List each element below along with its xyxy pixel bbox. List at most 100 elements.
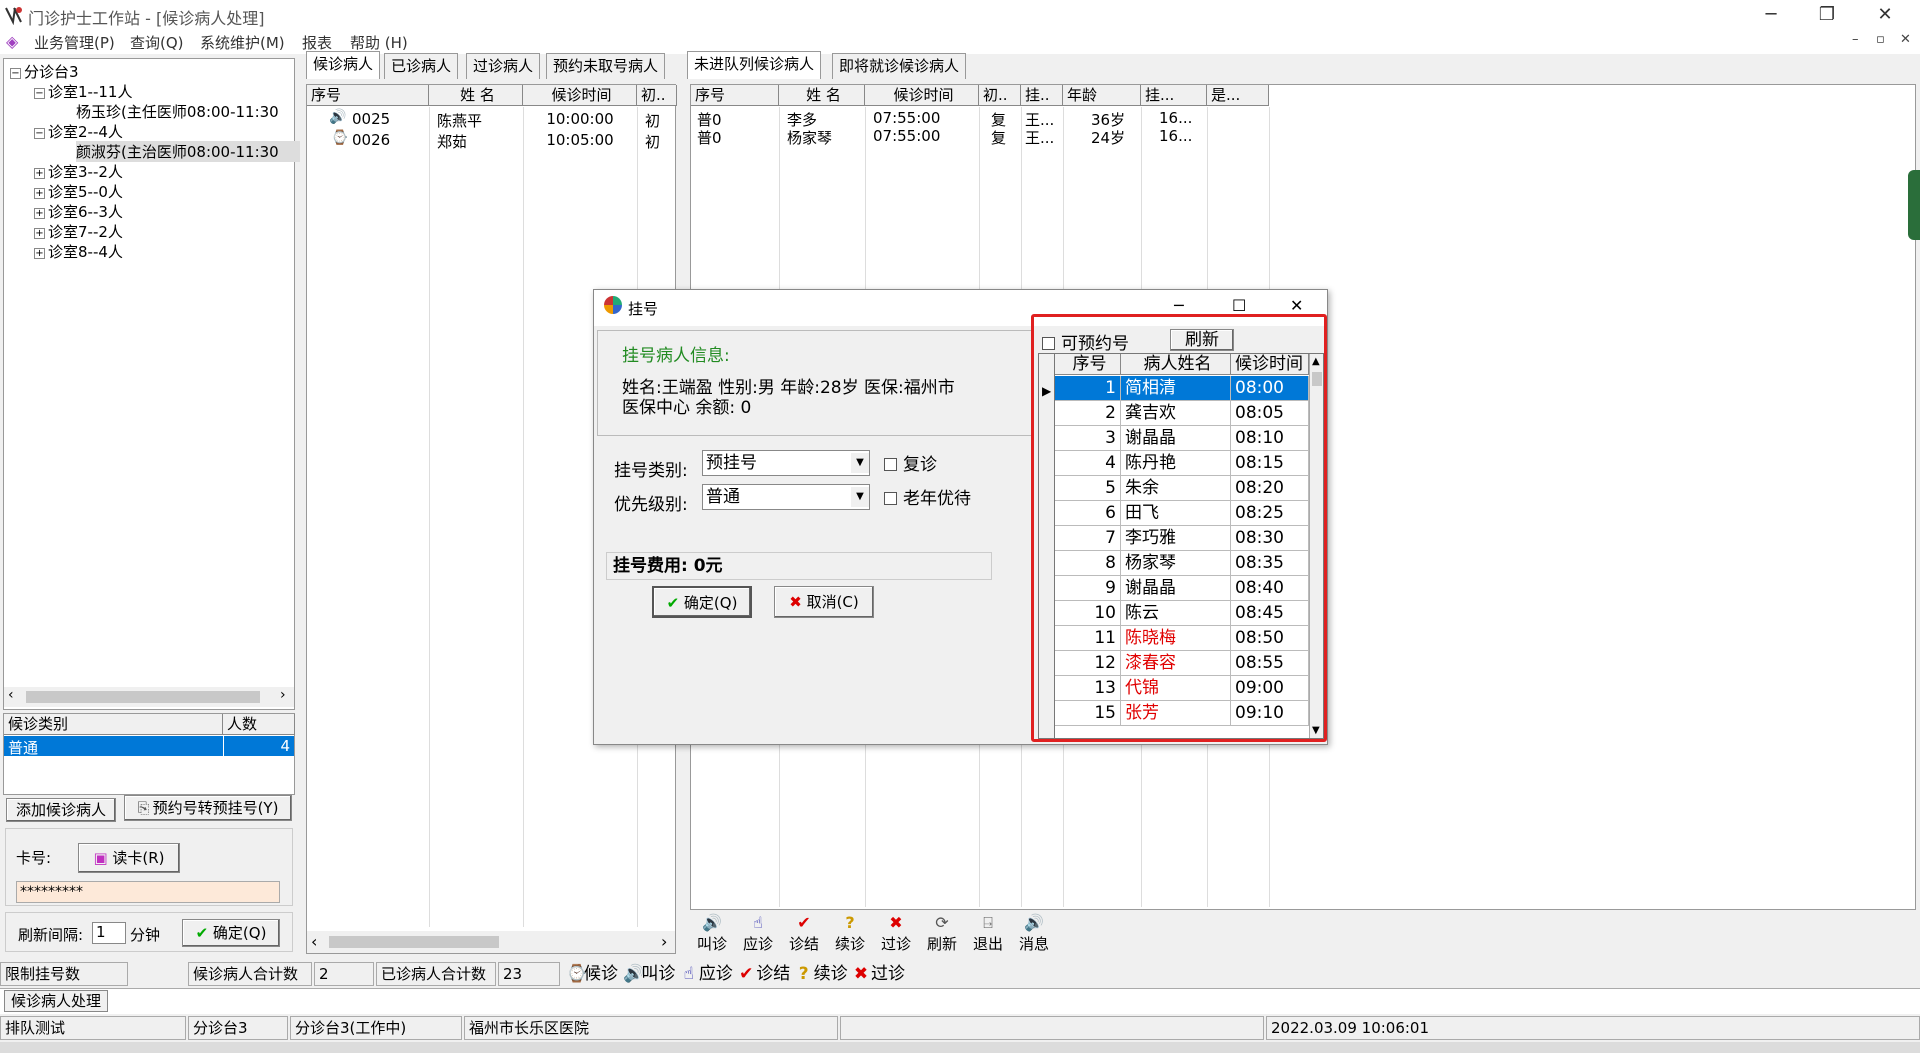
- appointment-row[interactable]: 3 谢晶晶 08:10: [1055, 426, 1309, 451]
- dialog-close-button[interactable]: ✕: [1290, 296, 1303, 315]
- scroll-thumb[interactable]: [1312, 372, 1322, 386]
- minimize-button[interactable]: ─: [1748, 2, 1794, 28]
- convert-appointment-button[interactable]: ⎘ 预约号转预挂号(Y): [124, 795, 292, 821]
- exit-button[interactable]: ⍈ 退出: [966, 913, 1010, 953]
- tree-node-room8[interactable]: + 诊室8--4人: [34, 241, 123, 262]
- menu-query[interactable]: 查询(Q): [130, 32, 184, 53]
- refresh-button[interactable]: ⟳ 刷新: [920, 913, 964, 953]
- tree-root[interactable]: − 分诊台3: [10, 61, 79, 82]
- clinic-tree[interactable]: − 分诊台3 − 诊室1--11人 杨玉珍(主任医师08:00-11:30 − 诊室2…: [3, 58, 300, 710]
- tab-waiting[interactable]: 候诊病人: [306, 51, 381, 79]
- tab-unretrieved[interactable]: 预约未取号病人: [546, 53, 666, 79]
- table-row[interactable]: ⌚ 0026 郑茹 10:05:00 初: [307, 130, 675, 151]
- scroll-thumb[interactable]: [329, 936, 499, 948]
- mdi-minimize-button[interactable]: –: [1852, 32, 1859, 47]
- refresh-ok-button[interactable]: ✔ 确定(Q): [182, 919, 280, 947]
- expand-icon[interactable]: +: [34, 228, 45, 239]
- appointment-row[interactable]: 8 杨家琴 08:35: [1055, 551, 1309, 576]
- scroll-up-icon[interactable]: ▲: [1312, 356, 1320, 367]
- appointment-row[interactable]: 4 陈丹艳 08:15: [1055, 451, 1309, 476]
- scroll-thumb[interactable]: [26, 691, 260, 703]
- menu-system[interactable]: 系统维护(M): [200, 32, 285, 53]
- category-row[interactable]: 普通 4: [4, 736, 294, 757]
- dialog-maximize-button[interactable]: ☐: [1232, 296, 1246, 315]
- appointment-row[interactable]: 9 谢晶晶 08:40: [1055, 576, 1309, 601]
- call-button[interactable]: 🔊 叫诊: [690, 913, 734, 953]
- close-button[interactable]: ✕: [1862, 2, 1908, 28]
- tree-node-room5[interactable]: + 诊室5--0人: [34, 181, 123, 202]
- card-number-input[interactable]: *********: [16, 881, 280, 903]
- checkbox-icon[interactable]: [1042, 337, 1055, 350]
- mdi-close-button[interactable]: ✕: [1900, 32, 1911, 47]
- tab-waiting-process[interactable]: 候诊病人处理: [4, 990, 109, 1012]
- collapse-icon[interactable]: −: [34, 128, 45, 139]
- appointment-row[interactable]: 7 李巧雅 08:30: [1055, 526, 1309, 551]
- tree-node-room2[interactable]: − 诊室2--4人: [34, 121, 123, 142]
- tree-node-room1[interactable]: − 诊室1--11人: [34, 81, 132, 102]
- mdi-restore-button[interactable]: ▫: [1876, 32, 1885, 47]
- dialog-minimize-button[interactable]: ─: [1174, 296, 1184, 315]
- tree-doctor-2[interactable]: 颜淑芬(主治医师08:00-11:30: [76, 141, 300, 162]
- appointment-row[interactable]: 6 田飞 08:25: [1055, 501, 1309, 526]
- tree-node-room6[interactable]: + 诊室6--3人: [34, 201, 123, 222]
- tab-seen[interactable]: 已诊病人: [384, 53, 459, 79]
- dialog-cancel-button[interactable]: ✖ 取消(C): [774, 586, 874, 618]
- skip-button[interactable]: ✖ 过诊: [874, 913, 918, 953]
- menu-business[interactable]: 业务管理(P): [34, 32, 115, 53]
- elder-checkbox[interactable]: 老年优待: [884, 484, 971, 509]
- side-handle[interactable]: [1908, 170, 1920, 240]
- expand-icon[interactable]: +: [34, 168, 45, 179]
- tree-node-room7[interactable]: + 诊室7--2人: [34, 221, 123, 242]
- answer-button[interactable]: ☝ 应诊: [736, 913, 780, 953]
- restore-button[interactable]: ❐: [1804, 2, 1850, 28]
- table-row[interactable]: 普0 杨家琴 07:55:00 复 王... 24岁 16...: [691, 127, 1291, 147]
- message-button[interactable]: 🔊 消息: [1012, 913, 1056, 953]
- expand-icon[interactable]: +: [34, 188, 45, 199]
- mid-hscrollbar[interactable]: ‹ ›: [307, 931, 675, 953]
- bookable-checkbox[interactable]: 可预约号: [1042, 329, 1129, 354]
- table-row[interactable]: 普0 李多 07:55:00 复 王... 36岁 16...: [691, 109, 1291, 129]
- grid-vscrollbar[interactable]: ▲ ▼: [1309, 354, 1323, 738]
- expand-icon[interactable]: +: [34, 248, 45, 259]
- scroll-left-icon[interactable]: ‹: [311, 932, 317, 951]
- dialog-ok-button[interactable]: ✔ 确定(Q): [652, 586, 752, 618]
- menu-report[interactable]: 报表: [302, 32, 332, 53]
- menu-help[interactable]: 帮助 (H): [350, 32, 408, 53]
- bookable-label: 可预约号: [1061, 334, 1129, 354]
- revisit-checkbox[interactable]: 复诊: [884, 450, 937, 475]
- appointment-row[interactable]: 5 朱余 08:20: [1055, 476, 1309, 501]
- tree-doctor-1[interactable]: 杨玉珍(主任医师08:00-11:30: [76, 101, 279, 122]
- scroll-left-icon[interactable]: ‹: [8, 687, 14, 703]
- collapse-icon[interactable]: −: [34, 88, 45, 99]
- appointment-row[interactable]: 1 简相清 08:00: [1055, 376, 1309, 401]
- expand-icon[interactable]: +: [34, 208, 45, 219]
- reg-type-select[interactable]: 预挂号 ▼: [702, 450, 870, 476]
- scroll-right-icon[interactable]: ›: [661, 932, 667, 951]
- appointment-row[interactable]: 10 陈云 08:45: [1055, 601, 1309, 626]
- tree-hscrollbar[interactable]: ‹ ›: [4, 687, 294, 707]
- grid-refresh-button[interactable]: 刷新: [1170, 329, 1234, 351]
- appointment-row[interactable]: 11 陈晓梅 08:50: [1055, 626, 1309, 651]
- appointment-row[interactable]: 13 代锦 09:00: [1055, 676, 1309, 701]
- read-card-button[interactable]: ▣ 读卡(R): [78, 843, 180, 873]
- checkbox-icon[interactable]: [884, 458, 897, 471]
- chevron-down-icon[interactable]: ▼: [851, 453, 869, 473]
- scroll-down-icon[interactable]: ▼: [1312, 725, 1320, 736]
- refresh-interval-input[interactable]: 1: [92, 922, 126, 944]
- collapse-icon[interactable]: −: [10, 68, 21, 79]
- continue-button[interactable]: ? 续诊: [828, 913, 872, 953]
- tree-node-room3[interactable]: + 诊室3--2人: [34, 161, 123, 182]
- tab-not-queued[interactable]: 未进队列候诊病人: [687, 51, 822, 79]
- appointment-row[interactable]: 12 漆春容 08:55: [1055, 651, 1309, 676]
- appointment-row[interactable]: 2 龚吉欢 08:05: [1055, 401, 1309, 426]
- add-waiting-button[interactable]: 添加候诊病人: [6, 798, 116, 822]
- tab-missed[interactable]: 过诊病人: [466, 53, 541, 79]
- finish-button[interactable]: ✔ 诊结: [782, 913, 826, 953]
- tab-upcoming[interactable]: 即将就诊候诊病人: [832, 53, 967, 79]
- chevron-down-icon[interactable]: ▼: [851, 487, 869, 507]
- scroll-right-icon[interactable]: ›: [280, 687, 286, 703]
- checkbox-icon[interactable]: [884, 492, 897, 505]
- appointment-row[interactable]: 15 张芳 09:10: [1055, 701, 1309, 726]
- table-row[interactable]: 🔊 0025 陈燕平 10:00:00 初: [307, 109, 675, 130]
- priority-select[interactable]: 普通 ▼: [702, 484, 870, 510]
